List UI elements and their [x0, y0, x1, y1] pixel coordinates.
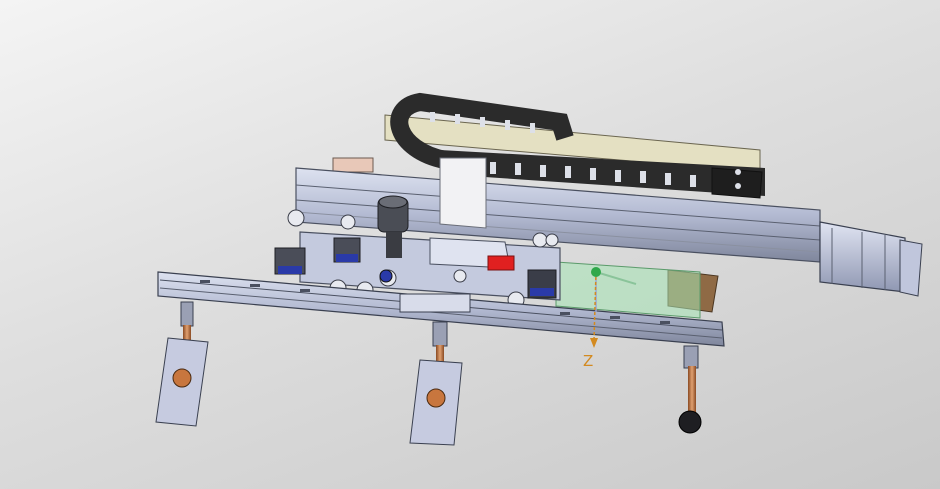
- suction-arm-right: [678, 345, 702, 434]
- suction-arm-center: [409, 321, 463, 446]
- suction-cup-right: [678, 410, 702, 434]
- motor-end-cap: [899, 239, 923, 297]
- suction-arm-left: [155, 301, 209, 427]
- cad-3d-viewport[interactable]: Z: [0, 0, 940, 489]
- z-axis-label: Z: [583, 352, 594, 370]
- wood-block-left: [332, 157, 374, 173]
- blue-knob: [379, 269, 393, 283]
- red-sensor-block: [487, 255, 515, 271]
- assembly-model[interactable]: [0, 0, 940, 489]
- triad-origin: [591, 267, 601, 277]
- center-clamp-plate: [399, 293, 471, 313]
- chain-mounting-bracket: [439, 157, 487, 229]
